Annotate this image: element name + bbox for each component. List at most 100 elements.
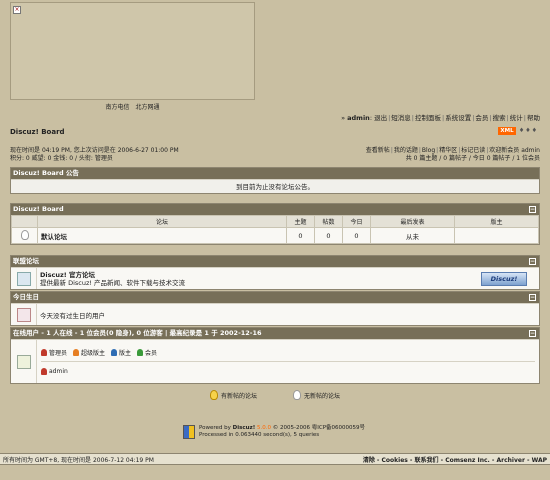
powered-prefix: Powered by [199, 425, 231, 431]
top-nav: » admin: 退出|短消息|控制面板|系统设置|会员|搜索|统计|帮助 [341, 114, 540, 122]
legend-new-label: 有新帖的论坛 [221, 392, 258, 400]
nav-link[interactable]: 统计 [510, 114, 523, 122]
footer-separator: - [489, 456, 497, 464]
banner-image[interactable]: × [10, 2, 255, 100]
online-icon-cell [11, 340, 37, 383]
usergroup-legend-item: 管理员 [41, 348, 67, 357]
site-link-icon [16, 271, 31, 286]
no-new-posts-icon [293, 390, 302, 400]
last-visit-time: 2006-6-27 01:00 PM [117, 147, 179, 154]
cake-icon [16, 307, 31, 322]
quick-link[interactable]: 精华区 [439, 147, 457, 154]
person-icon [111, 349, 118, 356]
online-header: 在线用户 - 1 人在线 - 1 位会员(0 隐身), 0 位游客 | 最高纪录… [11, 328, 539, 339]
link-title[interactable]: Discuz! 官方论坛 [40, 271, 469, 279]
online-detail: - 1 人在线 - 1 位会员(0 隐身), 0 位游客 | 最高纪录是 1 于… [41, 329, 262, 337]
online-user[interactable]: admin [41, 368, 68, 375]
legend-no-new-label: 无新帖的论坛 [304, 392, 341, 400]
usergroup-legend-item: 会员 [137, 348, 157, 357]
footer-separator: - [524, 456, 532, 464]
birthday-text: 今天没有过生日的用户 [40, 311, 105, 320]
current-user[interactable]: admin [347, 114, 370, 122]
footer-separator: - [374, 456, 382, 464]
now-label: 现在时间是 [10, 147, 41, 154]
link-separator: | [486, 147, 489, 154]
nav-link[interactable]: 帮助 [527, 114, 540, 122]
footer-link[interactable]: 联系我们 [415, 457, 439, 464]
birthday-row: 今天没有过生日的用户 [11, 303, 539, 325]
banner-caption: 南方电信 北方网通 [105, 104, 160, 111]
forum-today: 0 [342, 227, 371, 244]
footer-link[interactable]: WAP [532, 457, 547, 464]
user-info: 现在时间是 04:19 PM, 您上次访问是在 2006-6-27 01:00 … [10, 147, 179, 163]
links-box: 联盟论坛 − Discuz! 官方论坛 提供最新 Discuz! 产品新闻、软件… [10, 255, 540, 290]
online-users-icon [16, 354, 31, 369]
online-content: 管理员 超级版主 版主 会员 admin [37, 345, 539, 378]
nav-link[interactable]: 短消息 [391, 114, 411, 122]
announcement-text: 到目前为止没有论坛公告。 [11, 179, 539, 193]
usergroup-legend-item: 超级版主 [73, 348, 105, 357]
forum-moderator [454, 227, 539, 244]
footer-separator: - [407, 456, 415, 464]
footer-link[interactable]: Archiver [497, 457, 525, 464]
forum-name[interactable]: 默认论坛 [37, 227, 287, 244]
footer-link[interactable]: Cookies [382, 457, 408, 464]
footer-link[interactable]: Comsenz Inc. [445, 457, 490, 464]
birthday-title: 今日生日 [13, 293, 39, 301]
link-separator: | [418, 147, 421, 154]
quick-link[interactable]: 我的话题 [394, 147, 418, 154]
nav-separator: | [489, 114, 492, 122]
quick-link[interactable]: 标记已读 [461, 147, 485, 154]
online-username[interactable]: admin [49, 368, 68, 375]
nav-link[interactable]: 搜索 [493, 114, 506, 122]
forum-last-post: 从未 [370, 227, 455, 244]
new-posts-icon [210, 390, 218, 400]
announcement-box: Discuz! Board 公告 到目前为止没有论坛公告。 [10, 167, 540, 194]
usergroup-label: 超级版主 [81, 350, 106, 357]
person-icon [137, 349, 144, 356]
quick-links: 查看新帖|我的话题|Blog|精华区|标记已读|欢迎新会员 admin 共 0 … [366, 147, 540, 163]
nav-link[interactable]: 系统设置 [445, 114, 471, 122]
forum-topics: 0 [286, 227, 315, 244]
collapse-icon[interactable]: − [529, 206, 536, 213]
collapse-icon[interactable]: − [529, 330, 536, 337]
person-icon [41, 368, 47, 375]
col-today: 今日 [342, 215, 371, 228]
online-label: 在线用户 [13, 329, 39, 337]
footer-time: 所有时间为 GMT+8, 现在时间是 2006-7-12 04:19 PM [3, 456, 154, 464]
usergroup-label: 管理员 [49, 350, 68, 357]
link-icon-cell [11, 268, 37, 289]
quick-link[interactable]: Blog [422, 147, 435, 154]
nav-link[interactable]: 控制面板 [415, 114, 441, 122]
link-separator: | [436, 147, 439, 154]
nav-link[interactable]: 退出 [374, 114, 387, 122]
links-header: 联盟论坛 − [11, 256, 539, 267]
col-forum: 论坛 [37, 215, 287, 228]
discuz-logo[interactable]: Discuz! [481, 271, 527, 286]
birthday-box: 今日生日 − 今天没有过生日的用户 [10, 291, 540, 326]
xml-rss-button[interactable]: XML [498, 127, 516, 135]
powered-suffix: © 2005-2006 粤ICP备06000059号 [272, 425, 366, 431]
quick-link[interactable]: 查看新帖 [366, 147, 390, 154]
person-icon [73, 349, 80, 356]
user-prefix: » [341, 114, 346, 122]
style-switch-icons[interactable]: ♦♦♦ [519, 127, 538, 134]
nav-separator: | [441, 114, 445, 122]
forum-totals: 共 0 篇主题 / 0 篇帖子 / 今日 0 篇帖子 / 1 位会员 [405, 155, 540, 162]
usergroup-label: 版主 [119, 350, 132, 357]
online-box: 在线用户 - 1 人在线 - 1 位会员(0 隐身), 0 位游客 | 最高纪录… [10, 327, 540, 384]
col-posts: 帖数 [314, 215, 343, 228]
site-title[interactable]: Discuz! Board [10, 128, 65, 136]
collapse-icon[interactable]: − [529, 258, 536, 265]
link-separator: | [458, 147, 461, 154]
nav-link[interactable]: 会员 [475, 114, 488, 122]
quick-link[interactable]: 欢迎新会员 admin [489, 147, 540, 154]
nav-separator: | [506, 114, 509, 122]
now-time: 04:19 PM [41, 147, 70, 154]
powered-brand[interactable]: Discuz! [233, 425, 256, 431]
collapse-icon[interactable]: − [529, 294, 536, 301]
forum-posts: 0 [314, 227, 343, 244]
link-desc: 提供最新 Discuz! 产品新闻、软件下载与技术交流 [40, 278, 186, 287]
forum-list-box: Discuz! Board − 论坛 主题 帖数 今日 最后发表 版主 默认论坛… [10, 203, 540, 245]
footer-link[interactable]: 清除 [363, 457, 375, 464]
